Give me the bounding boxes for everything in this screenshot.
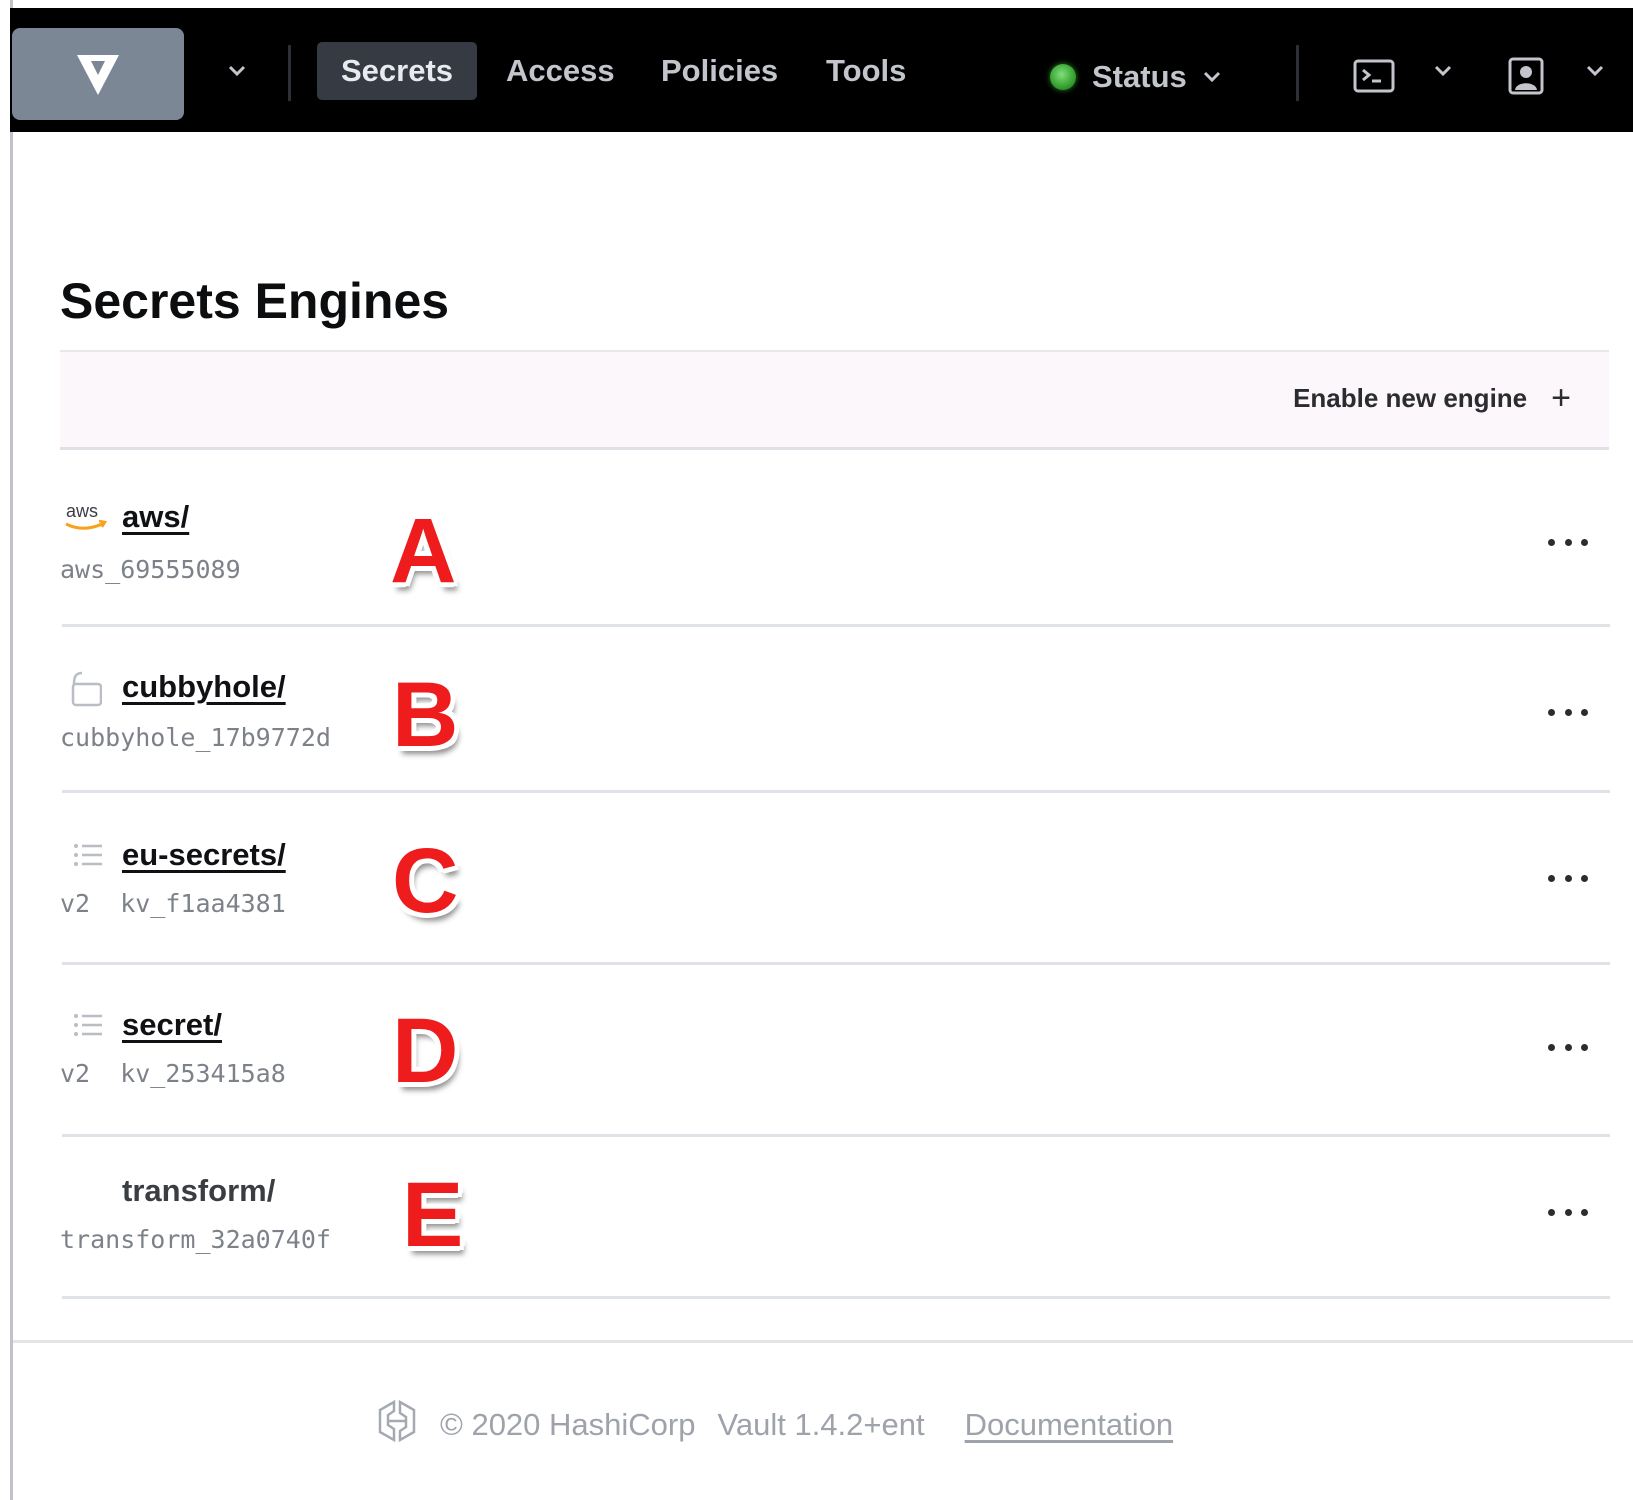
page-title: Secrets Engines <box>60 273 450 329</box>
nav-divider <box>288 45 291 101</box>
status-dot-icon <box>1050 64 1076 90</box>
engine-row-eu-secrets[interactable]: eu-secrets/ v2 kv_f1aa4381 C <box>60 793 1610 965</box>
more-options-icon[interactable] <box>1548 1202 1588 1222</box>
vault-logo-button[interactable] <box>12 28 184 120</box>
list-icon <box>62 835 122 875</box>
lock-icon <box>62 667 122 707</box>
status-menu[interactable]: Status <box>1050 48 1221 106</box>
nav-divider <box>1296 45 1299 101</box>
marker-label: A <box>390 500 457 602</box>
marker-label: C <box>392 830 459 932</box>
vault-logo-icon <box>77 55 119 95</box>
aws-icon: aws <box>62 497 122 537</box>
engine-link[interactable]: eu-secrets/ <box>122 837 286 873</box>
engine-link[interactable]: cubbyhole/ <box>122 669 286 705</box>
footer-divider <box>13 1340 1633 1343</box>
footer: © 2020 HashiCorp Vault 1.4.2+ent Documen… <box>376 1399 1174 1451</box>
list-icon <box>62 1005 122 1045</box>
chevron-down-icon[interactable] <box>1432 60 1454 82</box>
svg-text:aws: aws <box>66 501 98 521</box>
plus-icon: + <box>1551 379 1571 417</box>
engine-accessor: cubbyhole_17b9772d <box>60 723 331 752</box>
engine-link[interactable]: secret/ <box>122 1007 222 1043</box>
hashicorp-logo-icon <box>376 1399 418 1451</box>
nav-link-tools[interactable]: Tools <box>802 42 930 100</box>
engines-toolbar: Enable new engine + <box>60 350 1609 450</box>
engine-row-secret[interactable]: secret/ v2 kv_253415a8 D <box>60 965 1610 1137</box>
more-options-icon[interactable] <box>1548 532 1588 552</box>
footer-version: Vault 1.4.2+ent <box>717 1407 925 1442</box>
status-label: Status <box>1092 59 1187 94</box>
engine-accessor: transform_32a0740f <box>60 1225 331 1254</box>
chevron-down-icon[interactable] <box>226 60 248 82</box>
more-options-icon[interactable] <box>1548 702 1588 722</box>
chevron-down-icon[interactable] <box>1584 60 1606 82</box>
top-nav: Secrets Access Policies Tools Status <box>10 8 1633 132</box>
nav-link-policies[interactable]: Policies <box>637 42 802 100</box>
marker-label: E <box>402 1164 464 1266</box>
engine-row-cubbyhole[interactable]: cubbyhole/ cubbyhole_17b9772d B <box>60 627 1610 793</box>
nav-link-access[interactable]: Access <box>482 42 639 100</box>
enable-new-engine-label: Enable new engine <box>1293 382 1528 413</box>
engine-link[interactable]: aws/ <box>122 499 189 535</box>
enable-new-engine-button[interactable]: Enable new engine + <box>1287 380 1577 416</box>
more-options-icon[interactable] <box>1548 1037 1588 1057</box>
engine-row-aws[interactable]: aws aws/ aws_69555089 A <box>60 455 1610 627</box>
marker-label: D <box>392 1000 459 1102</box>
user-icon[interactable] <box>1504 56 1548 96</box>
engine-link: transform/ <box>122 1173 276 1208</box>
documentation-link[interactable]: Documentation <box>965 1407 1174 1443</box>
engine-accessor: v2 kv_253415a8 <box>60 1059 286 1088</box>
more-options-icon[interactable] <box>1548 868 1588 888</box>
footer-copyright: © 2020 HashiCorp <box>440 1407 696 1442</box>
engine-accessor: aws_69555089 <box>60 555 241 584</box>
chevron-down-icon <box>1203 71 1220 83</box>
terminal-icon[interactable] <box>1352 56 1396 96</box>
nav-link-secrets[interactable]: Secrets <box>317 42 478 100</box>
marker-label: B <box>392 664 459 766</box>
engine-row-transform[interactable]: transform/ transform_32a0740f E <box>60 1137 1610 1299</box>
engine-accessor: v2 kv_f1aa4381 <box>60 889 286 918</box>
window-edge <box>10 0 13 1500</box>
